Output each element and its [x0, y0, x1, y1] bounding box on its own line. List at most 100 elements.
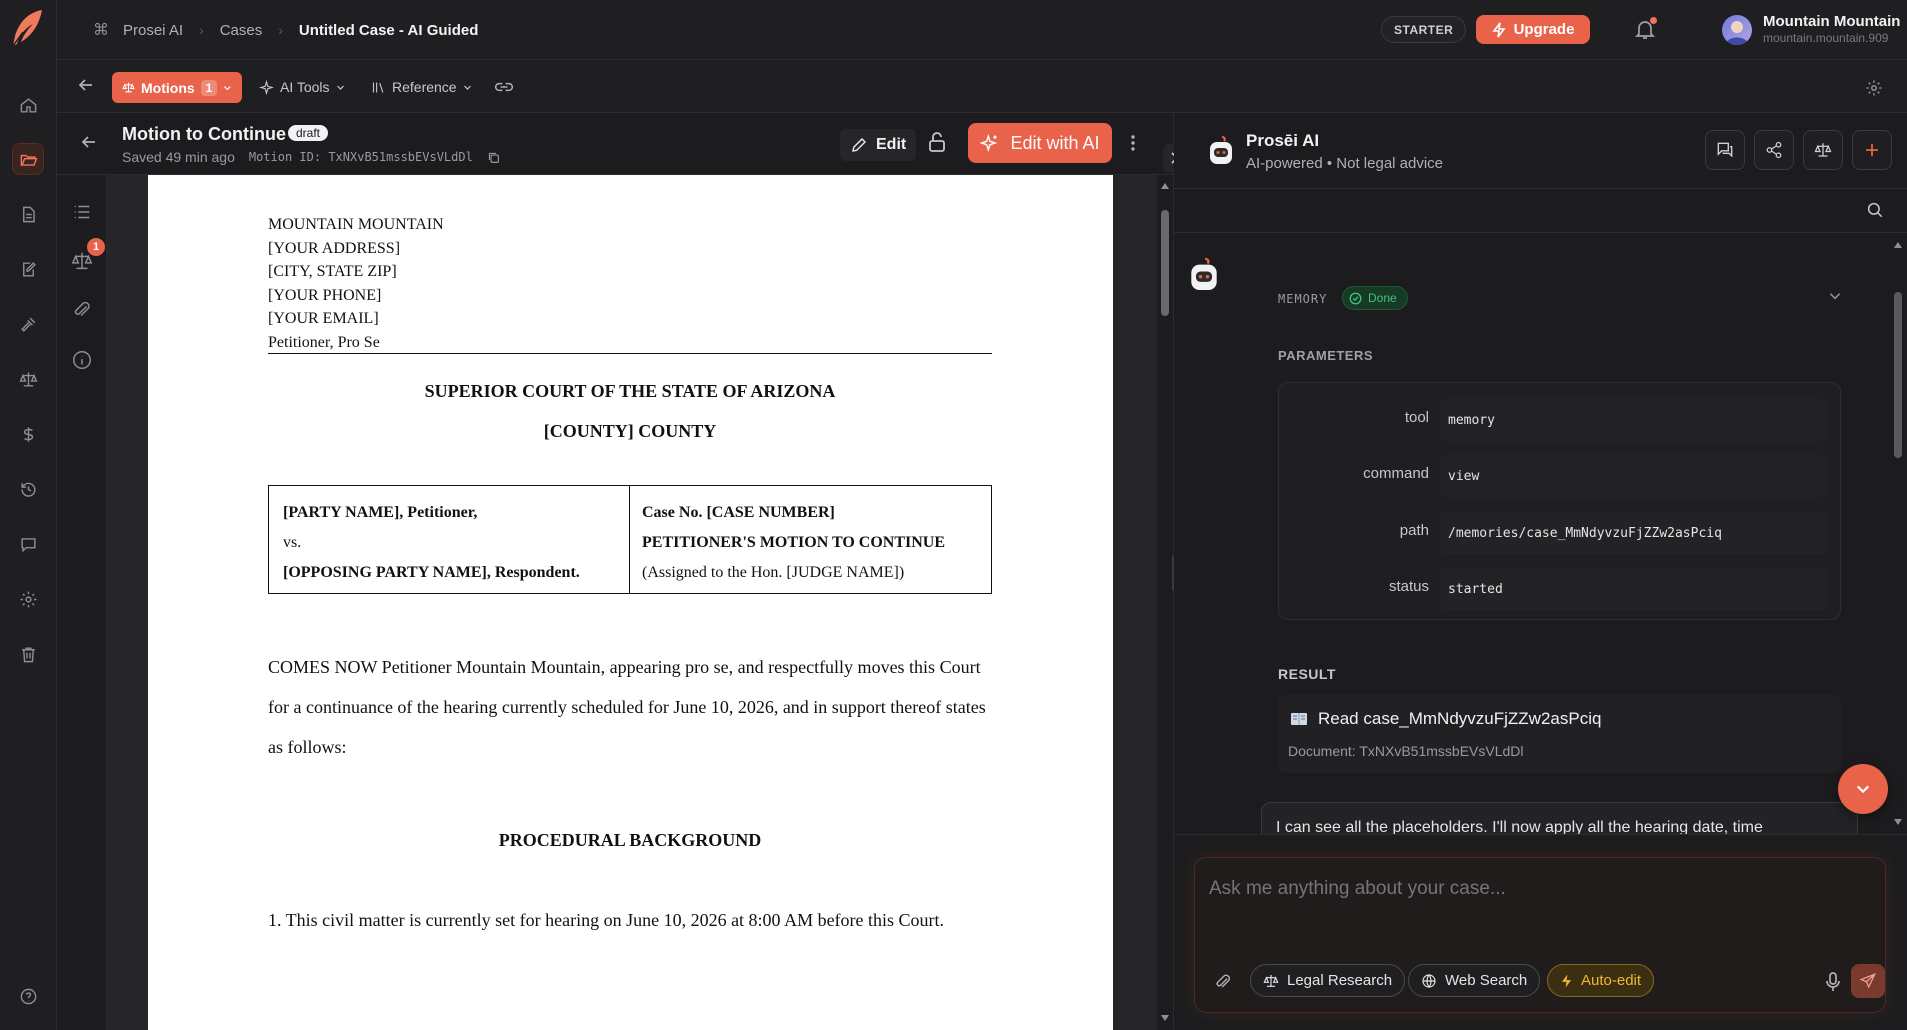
- web-search-chip[interactable]: Web Search: [1408, 964, 1541, 997]
- send-button[interactable]: [1851, 964, 1885, 998]
- status-badge: draft: [288, 125, 329, 141]
- parameter-row: tool memory: [1279, 399, 1842, 441]
- chevron-down-icon: [336, 85, 344, 90]
- gear-icon[interactable]: [1865, 79, 1883, 97]
- microphone-icon[interactable]: [1825, 972, 1841, 992]
- parameter-row: command view: [1279, 455, 1842, 497]
- parameter-key: command: [1363, 465, 1429, 482]
- scales-icon[interactable]: [12, 363, 44, 395]
- document-icon[interactable]: [12, 198, 44, 230]
- legal-mode-button[interactable]: [1803, 130, 1843, 170]
- help-icon[interactable]: [12, 980, 44, 1012]
- paperclip-icon[interactable]: [1213, 972, 1233, 992]
- legal-research-chip[interactable]: Legal Research: [1250, 964, 1406, 997]
- parameter-value: /memories/case_MmNdyvzuFjZZw2asPciq: [1440, 512, 1828, 554]
- chat-thread[interactable]: MEMORY Done PARAMETERS tool memory comma…: [1174, 234, 1889, 834]
- result-title-text: Read case_MmNdyvzuFjZZw2asPciq: [1318, 709, 1602, 728]
- scroll-up-arrow-icon[interactable]: [1894, 242, 1902, 248]
- section-heading: PROCEDURAL BACKGROUND: [498, 830, 762, 850]
- chat-icon[interactable]: [12, 528, 44, 560]
- search-icon[interactable]: [1866, 201, 1884, 219]
- document-viewport[interactable]: MOUNTAIN MOUNTAIN [YOUR ADDRESS] [CITY, …: [107, 175, 1157, 1030]
- scroll-down-arrow-icon[interactable]: [1894, 819, 1902, 825]
- document-scrollbar[interactable]: [1157, 175, 1173, 1030]
- ai-panel-subtitle: AI-powered • Not legal advice: [1246, 155, 1444, 172]
- parameters-heading: PARAMETERS: [1278, 348, 1374, 363]
- result-heading: RESULT: [1278, 666, 1336, 682]
- document-title[interactable]: Motion to Continue: [122, 124, 286, 145]
- bell-icon[interactable]: [1633, 17, 1657, 41]
- scroll-to-bottom-button[interactable]: [1838, 764, 1888, 814]
- address-line: [YOUR EMAIL]: [268, 310, 379, 327]
- chevron-right-icon: ›: [278, 22, 283, 38]
- link-icon[interactable]: [494, 79, 514, 95]
- case-caption: [PARTY NAME], Petitioner, vs. [OPPOSING …: [268, 485, 992, 594]
- scrollbar-thumb[interactable]: [1894, 292, 1902, 458]
- folder-open-icon[interactable]: [12, 143, 44, 175]
- versus-line: vs.: [283, 534, 302, 551]
- edit-document-icon[interactable]: [12, 253, 44, 285]
- edit-with-ai-button[interactable]: Edit with AI: [968, 123, 1112, 163]
- document-page[interactable]: MOUNTAIN MOUNTAIN [YOUR ADDRESS] [CITY, …: [148, 175, 1113, 1030]
- edit-button[interactable]: Edit: [840, 129, 917, 161]
- info-icon[interactable]: [71, 349, 93, 371]
- chevron-down-icon: [224, 85, 231, 90]
- gear-icon[interactable]: [12, 583, 44, 615]
- unlock-icon[interactable]: [927, 131, 947, 153]
- chat-scrollbar[interactable]: [1889, 234, 1907, 834]
- chevron-right-icon: ›: [199, 22, 204, 38]
- pencil-icon: [852, 138, 866, 152]
- outline-list-icon[interactable]: [71, 201, 93, 223]
- assistant-message: I can see all the placeholders. I'll now…: [1261, 802, 1858, 834]
- judge-line: (Assigned to the Hon. [JUDGE NAME]): [642, 564, 905, 581]
- share-button[interactable]: [1754, 130, 1794, 170]
- robot-icon: [1189, 256, 1217, 290]
- notification-badge: 1: [87, 238, 105, 256]
- trash-icon[interactable]: [12, 638, 44, 670]
- command-icon[interactable]: ⌘: [93, 20, 109, 40]
- history-icon[interactable]: [12, 473, 44, 505]
- chevron-down-icon[interactable]: [1828, 289, 1842, 303]
- app-root: ⌘ Prosei AI › Cases › Untitled Case - AI…: [0, 0, 1907, 1030]
- home-icon[interactable]: [12, 89, 44, 121]
- dollar-icon[interactable]: [12, 418, 44, 450]
- scales-icon: [122, 82, 135, 93]
- reference-menu[interactable]: Reference: [371, 79, 472, 95]
- message-composer[interactable]: Legal Research Web Search Auto-edit: [1194, 857, 1886, 1013]
- scrollbar-thumb[interactable]: [1161, 210, 1169, 316]
- app-logo-icon[interactable]: [7, 6, 49, 52]
- parameter-value: started: [1440, 568, 1828, 610]
- status-badge: Done: [1342, 286, 1408, 310]
- caption-case-info: Case No. [CASE NUMBER] PETITIONER'S MOTI…: [630, 486, 991, 593]
- breadcrumb: ⌘ Prosei AI › Cases › Untitled Case - AI…: [93, 20, 478, 40]
- auto-edit-toggle[interactable]: Auto-edit: [1547, 964, 1655, 997]
- check-circle-icon: [1349, 292, 1362, 304]
- parameter-key: tool: [1404, 409, 1429, 426]
- back-arrow-icon[interactable]: [77, 76, 95, 94]
- ai-tools-menu[interactable]: AI Tools: [259, 79, 345, 95]
- more-options-icon[interactable]: [1130, 133, 1136, 153]
- motions-button[interactable]: Motions 1: [112, 72, 242, 103]
- notification-dot: [1650, 17, 1657, 24]
- message-input[interactable]: [1209, 878, 1809, 900]
- edit-label: Edit: [876, 136, 907, 153]
- back-arrow-icon[interactable]: [80, 133, 98, 151]
- copy-icon[interactable]: [487, 151, 500, 164]
- user-name[interactable]: Mountain Mountain: [1763, 13, 1900, 30]
- chat-history-button[interactable]: [1705, 130, 1745, 170]
- lightning-icon: [1561, 974, 1572, 987]
- breadcrumb-item-home[interactable]: Prosei AI: [123, 22, 183, 39]
- county-name: [COUNTY] COUNTY: [543, 421, 717, 441]
- paperclip-icon[interactable]: [71, 299, 93, 321]
- ai-panel-header: Prosēi AI AI-powered • Not legal advice: [1174, 113, 1907, 189]
- upgrade-button[interactable]: Upgrade: [1476, 15, 1590, 44]
- motions-count: 1: [200, 79, 218, 96]
- parameter-row: path /memories/case_MmNdyvzuFjZZw2asPciq: [1279, 512, 1842, 554]
- auto-edit-label: Auto-edit: [1581, 972, 1642, 989]
- scroll-up-arrow-icon[interactable]: [1161, 183, 1169, 189]
- gavel-icon[interactable]: [12, 308, 44, 340]
- new-chat-button[interactable]: [1852, 130, 1892, 170]
- avatar[interactable]: [1722, 15, 1752, 45]
- breadcrumb-item-cases[interactable]: Cases: [220, 22, 263, 39]
- scroll-down-arrow-icon[interactable]: [1161, 1015, 1169, 1021]
